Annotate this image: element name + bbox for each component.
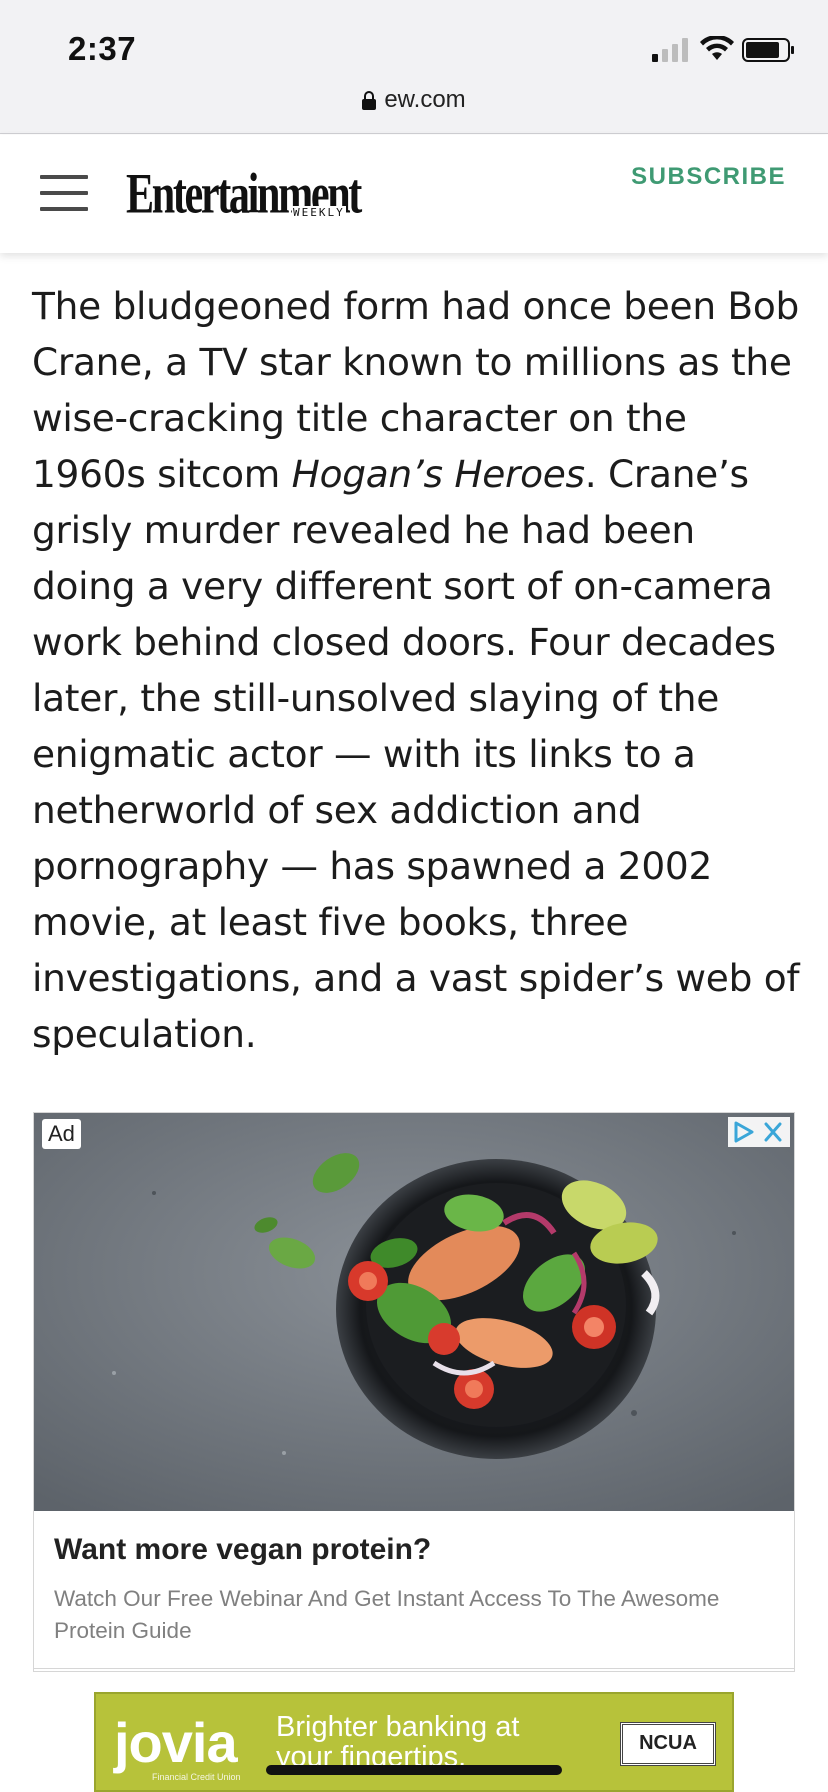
menu-icon[interactable]	[40, 175, 88, 211]
ad-description: Watch Our Free Webinar And Get Instant A…	[54, 1586, 720, 1643]
cellular-signal-icon	[652, 38, 688, 62]
lock-icon	[362, 91, 377, 110]
ad-card[interactable]: Ad Want more vegan protein? Watch Our Fr…	[33, 1112, 795, 1672]
ad-title[interactable]: Want more vegan protein?	[54, 1533, 431, 1567]
ad-divider	[34, 1668, 794, 1669]
salad-bowl-image	[34, 1113, 794, 1511]
status-time: 2:37	[68, 30, 137, 67]
bottom-banner-ad[interactable]: jovia Financial Credit Union Brighter ba…	[94, 1692, 734, 1792]
ad-label: Ad	[42, 1119, 81, 1149]
banner-logo: jovia	[114, 1711, 238, 1774]
url-text: ew.com	[384, 86, 466, 113]
site-logo-sub: WEEKLY	[292, 206, 346, 219]
url-bar[interactable]: ew.com	[0, 86, 828, 114]
wifi-icon	[700, 36, 734, 60]
article-text-italic: Hogan’s Heroes	[291, 452, 585, 496]
subscribe-button[interactable]: SUBSCRIBE	[631, 163, 786, 191]
ncua-badge: NCUA	[620, 1722, 716, 1766]
home-indicator[interactable]	[266, 1765, 562, 1775]
status-bar: 2:37 ew.com	[0, 0, 828, 134]
site-header: Entertainment WEEKLY SUBSCRIBE	[0, 135, 828, 253]
banner-logo-sub: Financial Credit Union	[152, 1772, 241, 1782]
ad-image[interactable]: Ad	[34, 1113, 794, 1511]
article-body: The bludgeoned form had once been Bob Cr…	[32, 278, 802, 1062]
battery-icon	[742, 38, 794, 62]
ad-choices-icon[interactable]	[728, 1117, 790, 1147]
article-text-part2: . Crane’s grisly murder revealed he had …	[32, 452, 800, 1056]
banner-tagline: Brighter banking at your fingertips.	[276, 1711, 520, 1773]
